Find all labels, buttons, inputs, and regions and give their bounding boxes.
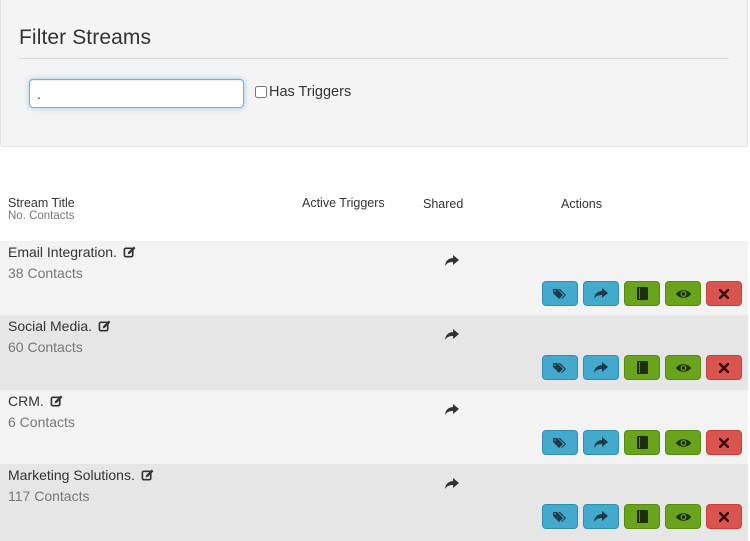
stream-title: Marketing Solutions. xyxy=(8,467,135,483)
row-actions xyxy=(542,281,742,306)
row-title: Email Integration. xyxy=(8,244,136,260)
notebook-button[interactable] xyxy=(624,430,660,455)
shared-icon xyxy=(445,404,459,415)
divider xyxy=(19,58,729,59)
header-no-contacts: No. Contacts xyxy=(8,210,75,222)
notebook-button[interactable] xyxy=(624,355,660,380)
tags-icon xyxy=(553,437,566,448)
edit-icon[interactable] xyxy=(98,320,111,333)
header-shared: Shared xyxy=(423,197,464,211)
header-stream-title: Stream Title xyxy=(8,196,75,210)
row-title: Social Media. xyxy=(8,318,111,334)
shared-icon xyxy=(445,478,459,489)
tags-button[interactable] xyxy=(542,504,578,529)
delete-button[interactable] xyxy=(706,281,742,306)
share-button[interactable] xyxy=(583,355,619,380)
eye-icon xyxy=(675,363,691,372)
notebook-button[interactable] xyxy=(624,281,660,306)
tags-button[interactable] xyxy=(542,355,578,380)
row-actions xyxy=(542,430,742,455)
eye-icon xyxy=(675,512,691,521)
delete-icon xyxy=(719,511,729,522)
shared-icon xyxy=(445,255,459,266)
share-button[interactable] xyxy=(583,430,619,455)
edit-icon[interactable] xyxy=(123,246,136,259)
edit-icon[interactable] xyxy=(141,469,154,482)
stream-title: Email Integration. xyxy=(8,244,117,260)
header-active-triggers: Active Triggers xyxy=(302,196,385,210)
table-row: Social Media. 60 Contacts xyxy=(0,315,748,390)
table-row: Email Integration. 38 Contacts xyxy=(0,241,748,316)
shared-icon xyxy=(445,329,459,340)
notebook-button[interactable] xyxy=(624,504,660,529)
eye-icon xyxy=(675,438,691,447)
share-icon xyxy=(594,361,608,373)
row-actions xyxy=(542,355,742,380)
tags-button[interactable] xyxy=(542,430,578,455)
view-button[interactable] xyxy=(665,504,701,529)
delete-button[interactable] xyxy=(706,504,742,529)
tags-icon xyxy=(553,288,566,299)
contact-count: 117 Contacts xyxy=(8,488,90,504)
tags-icon xyxy=(553,511,566,522)
share-button[interactable] xyxy=(583,281,619,306)
has-triggers-label: Has Triggers xyxy=(269,84,352,100)
tags-button[interactable] xyxy=(542,281,578,306)
contact-count: 38 Contacts xyxy=(8,265,83,281)
stream-title: Social Media. xyxy=(8,318,93,334)
tags-icon xyxy=(553,362,566,373)
delete-icon xyxy=(719,437,729,448)
row-title: Marketing Solutions. xyxy=(8,467,154,483)
book-icon xyxy=(636,361,648,374)
eye-icon xyxy=(675,289,691,298)
delete-icon xyxy=(719,288,729,299)
edit-icon[interactable] xyxy=(50,395,63,408)
header-actions: Actions xyxy=(561,197,602,211)
table-row: CRM. 6 Contacts xyxy=(0,390,748,465)
filter-title: Filter Streams xyxy=(19,26,152,49)
share-icon xyxy=(594,510,608,522)
view-button[interactable] xyxy=(665,281,701,306)
book-icon xyxy=(636,287,648,300)
delete-icon xyxy=(719,362,729,373)
contact-count: 60 Contacts xyxy=(8,339,83,355)
filter-panel: Filter Streams Has Triggers xyxy=(0,0,748,147)
stream-title: CRM. xyxy=(8,393,44,409)
delete-button[interactable] xyxy=(706,430,742,455)
view-button[interactable] xyxy=(665,355,701,380)
book-icon xyxy=(636,510,648,523)
book-icon xyxy=(636,436,648,449)
row-title: CRM. xyxy=(8,393,63,409)
row-actions xyxy=(542,504,742,529)
has-triggers-checkbox[interactable] xyxy=(255,86,267,98)
view-button[interactable] xyxy=(665,430,701,455)
table-row: Marketing Solutions. 117 Contacts xyxy=(0,464,748,541)
delete-button[interactable] xyxy=(706,355,742,380)
contact-count: 6 Contacts xyxy=(8,414,75,430)
share-icon xyxy=(594,436,608,448)
share-button[interactable] xyxy=(583,504,619,529)
share-icon xyxy=(594,287,608,299)
search-input[interactable] xyxy=(29,79,244,108)
